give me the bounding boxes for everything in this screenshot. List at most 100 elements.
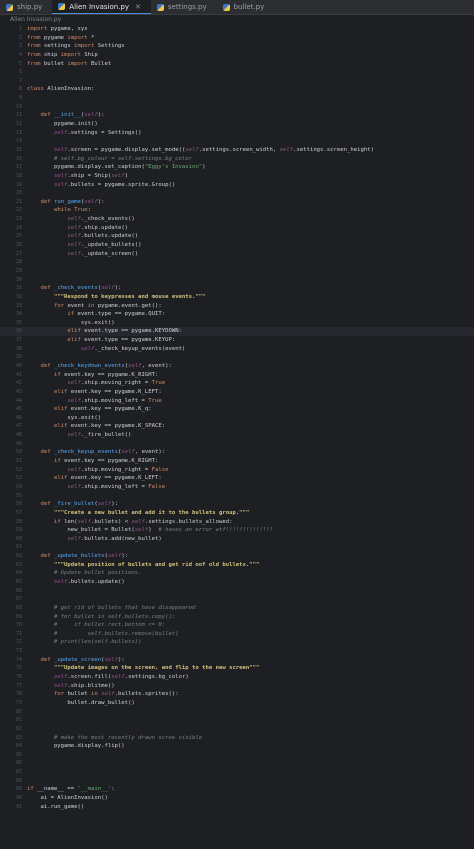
code-line[interactable]: 41 if event.key == pygame.K_RIGHT: [0, 371, 474, 380]
code-line[interactable]: 82 [0, 725, 474, 734]
code-line[interactable]: 17 pygame.display.set_caption("Eggy's In… [0, 163, 474, 172]
code-line[interactable]: 2 from pygame import * [0, 34, 474, 43]
code-line[interactable]: 34 if event.type == pygame.QUIT: [0, 310, 474, 319]
code-line[interactable]: 33 for event in pygame.event.get(): [0, 302, 474, 311]
code-line[interactable]: 49 [0, 440, 474, 449]
code-line[interactable]: 71 # self.bullets.remove(bullet) [0, 630, 474, 639]
code-line[interactable]: 43 elif event.key == pygame.K_LEFT: [0, 388, 474, 397]
code-line[interactable]: 24 self.ship.update() [0, 224, 474, 233]
code-line[interactable]: 3 from settings import Settings [0, 42, 474, 51]
breadcrumb-file[interactable]: Alien Invasion.py [10, 16, 61, 23]
code-line[interactable]: 50 def _check_keyup_events(self, event): [0, 448, 474, 457]
code-line[interactable]: 44 self.ship.moving_left = True [0, 397, 474, 406]
code-line[interactable]: 70 # if bullet.rect.bottom <= 0: [0, 621, 474, 630]
code-editor[interactable]: 1 import pygame, sys 2 from pygame import *… [0, 25, 474, 811]
code-line[interactable]: 22 while True: [0, 206, 474, 215]
code-line[interactable]: 30 [0, 276, 474, 285]
code-line[interactable]: 39 [0, 353, 474, 362]
code-line[interactable]: 61 [0, 543, 474, 552]
code-line[interactable]: 62 def _update_bullets(self): [0, 552, 474, 561]
code-line[interactable]: 60 self.bullets.add(new_bullet) [0, 535, 474, 544]
code-line[interactable]: 90 ai = AlienInvasion() [0, 794, 474, 803]
code-line[interactable]: 67 [0, 595, 474, 604]
code-line[interactable]: 13 self.settings = Settings() [0, 129, 474, 138]
code-line[interactable]: 37 elif event.type == pygame.KEYUP: [0, 336, 474, 345]
code-line[interactable]: 64 # Update bullet positions. [0, 569, 474, 578]
code-line[interactable]: 32 """Respond to keypresses and mouse ev… [0, 293, 474, 302]
code-line[interactable]: 84 pygame.display.flip() [0, 742, 474, 751]
code-line[interactable]: 91 ai.run_game() [0, 803, 474, 812]
code-line[interactable]: 66 [0, 587, 474, 596]
code-line[interactable]: 69 # for bullet in self.bullets.copy(): [0, 613, 474, 622]
code-line[interactable]: 7 [0, 77, 474, 86]
code-line[interactable]: 53 elif event.key == pygame.K_LEFT: [0, 474, 474, 483]
code-line[interactable]: 4 from ship import Ship [0, 51, 474, 60]
code-line[interactable]: 59 new_bullet = Bullet(self) # haves an … [0, 526, 474, 535]
code-line[interactable]: 1 import pygame, sys [0, 25, 474, 34]
code-line[interactable]: 35 sys.exit() [0, 319, 474, 328]
code-line[interactable]: 25 self.bullets.update() [0, 232, 474, 241]
code-line[interactable]: 9 [0, 94, 474, 103]
code-line[interactable]: 86 [0, 759, 474, 768]
code-line[interactable]: 54 self.ship.moving_left = False [0, 483, 474, 492]
code-line[interactable]: 14 [0, 137, 474, 146]
code-line[interactable]: 20 [0, 189, 474, 198]
code-line[interactable]: 31 def _check_events(self): [0, 284, 474, 293]
code-line[interactable]: 27 self._update_screen() [0, 250, 474, 259]
code-line[interactable]: 26 self._update_bullets() [0, 241, 474, 250]
code-line[interactable]: 48 self._fire_bullet() [0, 431, 474, 440]
code-line[interactable]: 75 """Update images on the screen, and f… [0, 664, 474, 673]
code-line[interactable]: 6 [0, 68, 474, 77]
tab-alien-invasion-py[interactable]: Alien Invasion.py ✕ [52, 0, 151, 14]
code-line[interactable]: 46 sys.exit() [0, 414, 474, 423]
code-line[interactable]: 85 [0, 751, 474, 760]
code-line[interactable]: 79 bullet.draw_bullet() [0, 699, 474, 708]
code-line[interactable]: 11 def __init__(self): [0, 111, 474, 120]
tab-ship-py[interactable]: ship.py [0, 0, 52, 14]
code-line[interactable]: 80 [0, 708, 474, 717]
code-line[interactable]: 10 [0, 103, 474, 112]
code-line[interactable]: 87 [0, 768, 474, 777]
code-line[interactable]: 47 elif event.key == pygame.K_SPACE: [0, 422, 474, 431]
code-line[interactable]: 28 [0, 258, 474, 267]
code-line[interactable]: 73 [0, 647, 474, 656]
code-line[interactable]: 52 self.ship.moving_right = False [0, 466, 474, 475]
code-line[interactable]: 88 [0, 777, 474, 786]
code-line[interactable]: 57 """Create a new bullet and add it to … [0, 509, 474, 518]
close-icon[interactable]: ✕ [135, 3, 141, 11]
code-line[interactable]: 81 [0, 716, 474, 725]
code-line[interactable]: 89 if __name__ == '__main__': [0, 785, 474, 794]
code-line[interactable]: 68 # get rid of bullets that have disapp… [0, 604, 474, 613]
code-line[interactable]: 56 def _fire_bullet(self): [0, 500, 474, 509]
code-line[interactable]: 40 def _check_keydown_events(self, event… [0, 362, 474, 371]
code-line[interactable]: 65 self.bullets.update() [0, 578, 474, 587]
code-line[interactable]: 76 self.screen.fill(self.settings.bg_col… [0, 673, 474, 682]
code-line[interactable]: 77 self.ship.blitme() [0, 682, 474, 691]
code-line[interactable]: 83 # make the most recently drawn scree … [0, 734, 474, 743]
code-line[interactable]: 45 elif event.key == pygame.K_q: [0, 405, 474, 414]
code-line[interactable]: 5 from bullet import Bullet [0, 60, 474, 69]
code-line[interactable]: 55 [0, 492, 474, 501]
code-line[interactable]: 38 self._check_keyup_events(event) [0, 345, 474, 354]
code-line[interactable]: 8 class AlienInvasion: [0, 85, 474, 94]
code-line[interactable]: 72 # print(len(self.bullets)) [0, 638, 474, 647]
code-line[interactable]: 12 pygame.init() [0, 120, 474, 129]
tab-bullet-py[interactable]: bullet.py [217, 0, 275, 14]
code-line[interactable]: 19 self.bullets = pygame.sprite.Group() [0, 181, 474, 190]
code-text: sys.exit() [27, 414, 474, 423]
code-line[interactable]: 58 if len(self.bullets) < self.settings.… [0, 518, 474, 527]
code-line[interactable]: 23 self._check_events() [0, 215, 474, 224]
code-line[interactable]: 74 def _update_screen(self): [0, 656, 474, 665]
code-line[interactable]: 18 self.ship = Ship(self) [0, 172, 474, 181]
code-line[interactable]: 15 self.screen = pygame.display.set_mode… [0, 146, 474, 155]
tab-settings-py[interactable]: settings.py [151, 0, 217, 14]
code-line[interactable]: 51 if event.key == pygame.K_RIGHT: [0, 457, 474, 466]
code-line[interactable]: 36 elif event.type == pygame.KEYDOWN: [0, 327, 474, 337]
code-line[interactable]: 21 def run_game(self): [0, 198, 474, 207]
code-line[interactable]: 29 [0, 267, 474, 276]
breadcrumb[interactable]: Alien Invasion.py [0, 15, 474, 25]
code-line[interactable]: 16 # self.bg_colour = self.settings.bg_c… [0, 155, 474, 164]
code-line[interactable]: 63 """Update position of bullets and get… [0, 561, 474, 570]
code-line[interactable]: 78 for bullet in self.bullets.sprites(): [0, 690, 474, 699]
code-line[interactable]: 42 self.ship.moving_right = True [0, 379, 474, 388]
